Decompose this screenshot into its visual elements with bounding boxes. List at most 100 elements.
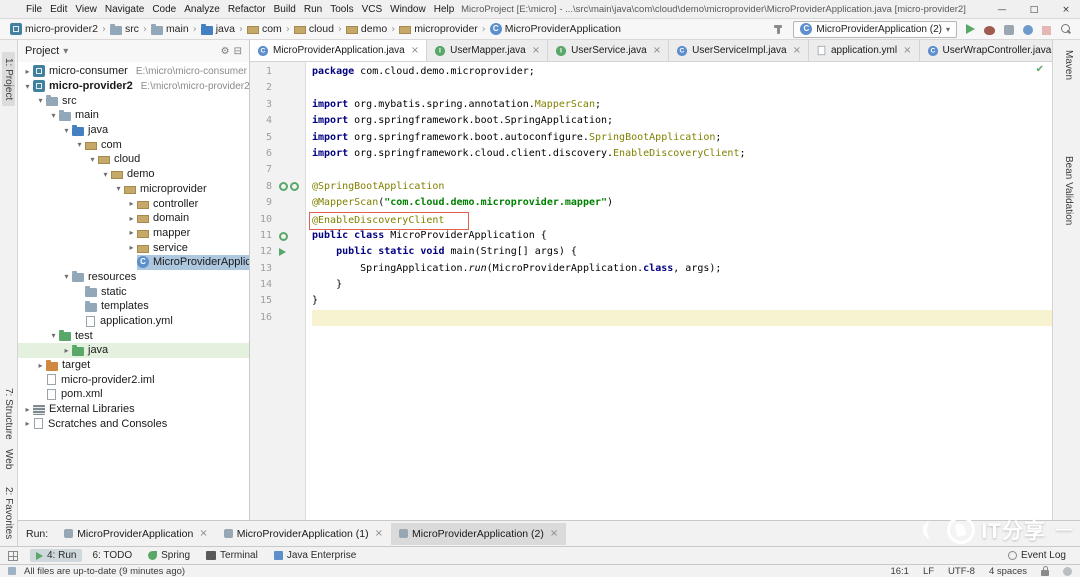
run-gutter-icon[interactable]: [279, 248, 286, 257]
line-number[interactable]: 12: [250, 244, 272, 260]
tree-item-static[interactable]: static: [18, 284, 249, 299]
chevron-expanded-icon[interactable]: ▾: [100, 170, 111, 179]
close-icon[interactable]: ×: [199, 528, 207, 539]
chevron-collapsed-icon[interactable]: ▸: [126, 228, 137, 237]
tree-item-micro-provider2[interactable]: ▾ micro-provider2 E:\micro\micro-provider2: [18, 79, 249, 94]
menu-vcs[interactable]: VCS: [358, 4, 387, 15]
run-tab-microproviderapplication[interactable]: MicroProviderApplication ×: [56, 523, 216, 545]
breadcrumb-item-src[interactable]: src: [108, 22, 141, 36]
tool-button-terminal[interactable]: Terminal: [200, 549, 264, 562]
chevron-expanded-icon[interactable]: ▾: [22, 82, 33, 91]
close-icon[interactable]: ×: [411, 45, 419, 56]
maximize-button[interactable]: □: [1028, 5, 1040, 15]
build-icon[interactable]: [772, 23, 784, 35]
line-number[interactable]: 5: [250, 130, 272, 146]
status-lf[interactable]: LF: [923, 566, 934, 577]
chevron-collapsed-icon[interactable]: ▸: [126, 243, 137, 252]
menu-file[interactable]: File: [22, 4, 46, 15]
chevron-collapsed-icon[interactable]: ▸: [126, 214, 137, 223]
tool-button-1-project[interactable]: 1: Project: [2, 52, 15, 107]
chevron-expanded-icon[interactable]: ▾: [74, 140, 85, 149]
run-configuration-select[interactable]: C MicroProviderApplication (2) ▾: [793, 20, 957, 38]
chevron-collapsed-icon[interactable]: ▸: [61, 346, 72, 355]
breadcrumb-item-java[interactable]: java: [199, 22, 237, 36]
tree-item-microprovider[interactable]: ▾ microprovider: [18, 182, 249, 197]
tree-item-java[interactable]: ▸ java: [18, 343, 249, 358]
tool-button-event-log[interactable]: Event Log: [1002, 549, 1072, 562]
spring-bean-gutter-icon[interactable]: [279, 231, 288, 241]
tool-button-java-enterprise[interactable]: Java Enterprise: [268, 549, 362, 562]
chevron-expanded-icon[interactable]: ▾: [61, 126, 72, 135]
chevron-expanded-icon[interactable]: ▾: [48, 111, 59, 120]
line-number[interactable]: 1: [250, 64, 272, 80]
tree-item-resources[interactable]: ▾ resources: [18, 270, 249, 285]
line-number[interactable]: 16: [250, 310, 272, 326]
code-editor[interactable]: 1 2 3 4 5 6 7 8 9 10 11 12 13 14 15 16 package com.clou…: [250, 62, 1052, 520]
line-number[interactable]: 2: [250, 80, 272, 96]
spring-bean-gutter-icon[interactable]: [290, 182, 299, 192]
status-16-1[interactable]: 16:1: [890, 566, 909, 577]
editor-tab-microproviderapplication-java[interactable]: C MicroProviderApplication.java ×: [250, 40, 428, 61]
tool-button-bean-validation[interactable]: Bean Validation: [1062, 150, 1075, 231]
line-number[interactable]: 11: [250, 228, 272, 244]
search-everywhere-icon[interactable]: [1060, 23, 1072, 35]
tree-item-scratches-and-consoles[interactable]: ▸ Scratches and Consoles: [18, 417, 249, 432]
tree-item-src[interactable]: ▾ src: [18, 93, 249, 108]
editor-tab-userservice-java[interactable]: I UserService.java ×: [548, 40, 670, 61]
line-number[interactable]: 4: [250, 113, 272, 129]
status-icon[interactable]: [8, 567, 16, 575]
tree-item-demo[interactable]: ▾ demo: [18, 167, 249, 182]
tree-item-application-yml[interactable]: application.yml: [18, 314, 249, 329]
line-number[interactable]: 8: [250, 179, 272, 195]
menu-tools[interactable]: Tools: [326, 4, 357, 15]
menu-view[interactable]: View: [71, 4, 101, 15]
close-icon[interactable]: ×: [550, 528, 558, 539]
close-icon[interactable]: ×: [653, 45, 661, 56]
tree-item-com[interactable]: ▾ com: [18, 137, 249, 152]
project-panel-title[interactable]: Project: [25, 45, 59, 57]
chevron-expanded-icon[interactable]: ▾: [48, 331, 59, 340]
chevron-collapsed-icon[interactable]: ▸: [22, 67, 33, 76]
breadcrumb-item-micro-provider2[interactable]: micro-provider2: [8, 22, 100, 36]
breadcrumb-item-cloud[interactable]: cloud: [292, 22, 336, 36]
breadcrumb-item-microproviderapplication[interactable]: C MicroProviderApplication: [488, 22, 623, 36]
close-button[interactable]: ×: [1060, 5, 1072, 15]
tree-item-mapper[interactable]: ▸ mapper: [18, 226, 249, 241]
editor-tab-userserviceimpl-java[interactable]: C UserServiceImpl.java ×: [669, 40, 809, 61]
run-icon[interactable]: [966, 24, 975, 34]
code-content[interactable]: package com.cloud.demo.microprovider; imp…: [306, 62, 1052, 520]
chevron-collapsed-icon[interactable]: ▸: [22, 419, 33, 428]
run-tab-microproviderapplication-1[interactable]: MicroProviderApplication (1) ×: [216, 523, 391, 545]
chevron-collapsed-icon[interactable]: ▸: [35, 361, 46, 370]
tool-button-7-structure[interactable]: 7: Structure: [2, 382, 15, 446]
tree-item-java[interactable]: ▾ java: [18, 123, 249, 138]
line-number[interactable]: 6: [250, 146, 272, 162]
tree-item-test[interactable]: ▾ test: [18, 328, 249, 343]
tool-button-maven[interactable]: Maven: [1062, 44, 1075, 86]
stop-icon[interactable]: [1042, 25, 1051, 35]
run-tab-microproviderapplication-2[interactable]: MicroProviderApplication (2) ×: [391, 522, 567, 545]
close-icon[interactable]: ×: [903, 45, 911, 56]
tool-window-switcher-icon[interactable]: [8, 550, 18, 561]
close-icon[interactable]: ×: [793, 45, 801, 56]
line-number[interactable]: 9: [250, 195, 272, 211]
tree-item-main[interactable]: ▾ main: [18, 108, 249, 123]
debug-icon[interactable]: [984, 25, 995, 35]
breadcrumb-item-demo[interactable]: demo: [344, 22, 389, 36]
menu-analyze[interactable]: Analyze: [180, 4, 224, 15]
tree-item-controller[interactable]: ▸ controller: [18, 196, 249, 211]
close-icon[interactable]: ×: [532, 45, 540, 56]
tree-item-domain[interactable]: ▸ domain: [18, 211, 249, 226]
collapse-icon[interactable]: ⊟: [234, 46, 242, 57]
chevron-expanded-icon[interactable]: ▾: [61, 272, 72, 281]
breadcrumb-item-microprovider[interactable]: microprovider: [397, 22, 480, 36]
coverage-icon[interactable]: [1004, 24, 1014, 35]
line-number[interactable]: 13: [250, 261, 272, 277]
breadcrumb-item-com[interactable]: com: [245, 22, 284, 36]
editor-tab-userwrapcontroller-java[interactable]: CUserWrapController.java×: [919, 40, 1052, 61]
tree-item-templates[interactable]: templates: [18, 299, 249, 314]
menu-edit[interactable]: Edit: [46, 4, 71, 15]
status-4-spaces[interactable]: 4 spaces: [989, 566, 1027, 577]
menu-help[interactable]: Help: [430, 4, 459, 15]
tree-item-microproviderapplication[interactable]: C MicroProviderApplication: [18, 254, 249, 270]
